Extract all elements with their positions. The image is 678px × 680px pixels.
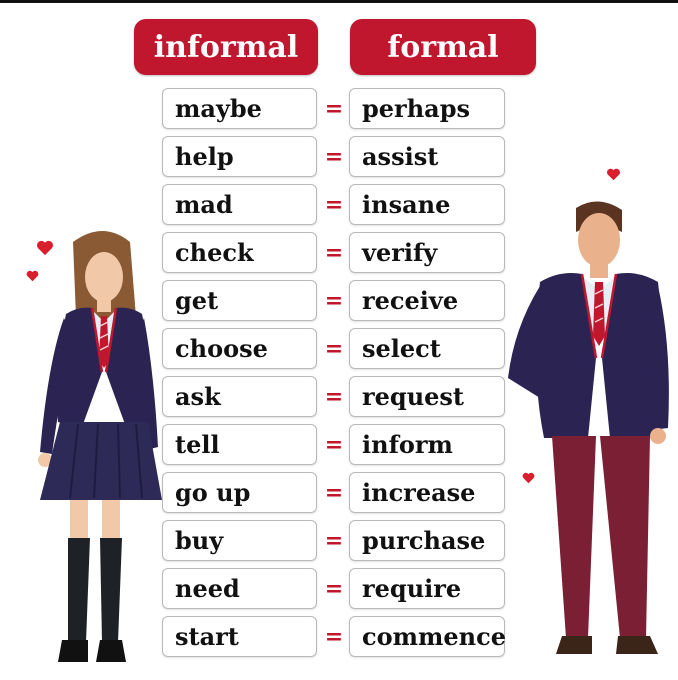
formal-word: inform — [349, 424, 505, 465]
equals-sign: = — [324, 95, 344, 122]
informal-word: maybe — [162, 88, 317, 129]
formal-word: commence — [349, 616, 506, 657]
equals-sign: = — [324, 191, 344, 218]
top-border — [0, 0, 678, 3]
heart-icon — [607, 168, 620, 181]
informal-word: mad — [162, 184, 317, 225]
formal-word: select — [349, 328, 505, 369]
heart-icon — [37, 240, 53, 256]
informal-header: informal — [134, 19, 318, 75]
equals-sign: = — [324, 239, 344, 266]
equals-sign: = — [324, 575, 344, 602]
informal-word: get — [162, 280, 317, 321]
formal-word: insane — [349, 184, 505, 225]
formal-word: assist — [349, 136, 505, 177]
heart-icon — [26, 270, 39, 282]
informal-word: ask — [162, 376, 317, 417]
girl-illustration — [38, 231, 162, 662]
equals-sign: = — [324, 527, 344, 554]
informal-word: tell — [162, 424, 317, 465]
informal-word: need — [162, 568, 317, 609]
formal-word: increase — [349, 472, 505, 513]
equals-sign: = — [324, 623, 344, 650]
equals-sign: = — [324, 143, 344, 170]
equals-sign: = — [324, 287, 344, 314]
formal-word: receive — [349, 280, 505, 321]
formal-word: purchase — [349, 520, 505, 561]
informal-word: help — [162, 136, 317, 177]
informal-word: start — [162, 616, 317, 657]
formal-word: perhaps — [349, 88, 505, 129]
equals-sign: = — [324, 479, 344, 506]
boy-illustration — [508, 201, 669, 654]
informal-word: buy — [162, 520, 317, 561]
informal-word: choose — [162, 328, 317, 369]
informal-word: check — [162, 232, 317, 273]
equals-sign: = — [324, 335, 344, 362]
heart-icon — [522, 472, 535, 484]
informal-word: go up — [162, 472, 317, 513]
equals-sign: = — [324, 431, 344, 458]
formal-word: request — [349, 376, 505, 417]
formal-header: formal — [350, 19, 536, 75]
equals-sign: = — [324, 383, 344, 410]
formal-word: require — [349, 568, 505, 609]
formal-word: verify — [349, 232, 505, 273]
